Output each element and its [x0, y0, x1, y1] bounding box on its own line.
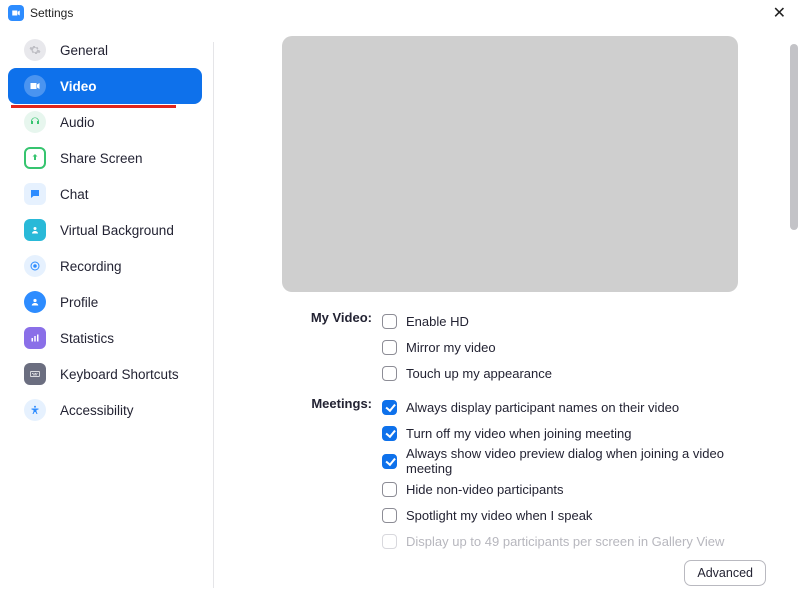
sidebar-item-label: Video [60, 79, 97, 94]
statistics-icon [24, 327, 46, 349]
gear-icon [24, 39, 46, 61]
option-label: Mirror my video [406, 340, 496, 355]
option-label: Hide non-video participants [406, 482, 564, 497]
sidebar-item-label: Accessibility [60, 403, 134, 418]
sidebar-item-label: General [60, 43, 108, 58]
option-label: Enable HD [406, 314, 469, 329]
option-label: Always display participant names on thei… [406, 400, 679, 415]
share-screen-icon [24, 147, 46, 169]
app-icon [8, 5, 24, 21]
headphones-icon [24, 111, 46, 133]
video-preview [282, 36, 738, 292]
sidebar-item-recording[interactable]: Recording [8, 248, 202, 284]
sidebar-item-label: Chat [60, 187, 89, 202]
sidebar-item-video[interactable]: Video [8, 68, 202, 104]
sidebar-item-label: Keyboard Shortcuts [60, 367, 179, 382]
close-button[interactable]: ✕ [769, 3, 790, 23]
option-label: Always show video preview dialog when jo… [406, 446, 740, 476]
option-spotlight-my-video[interactable]: Spotlight my video when I speak [382, 502, 740, 528]
recording-icon [24, 255, 46, 277]
sidebar-item-chat[interactable]: Chat [8, 176, 202, 212]
sidebar-item-label: Recording [60, 259, 122, 274]
checkbox[interactable] [382, 482, 397, 497]
checkbox[interactable] [382, 366, 397, 381]
option-label: Turn off my video when joining meeting [406, 426, 631, 441]
sidebar-item-accessibility[interactable]: Accessibility [8, 392, 202, 428]
option-touch-up-appearance[interactable]: Touch up my appearance [382, 360, 740, 386]
checkbox[interactable] [382, 340, 397, 355]
accessibility-icon [24, 399, 46, 421]
sidebar-item-statistics[interactable]: Statistics [8, 320, 202, 356]
my-video-options: Enable HD Mirror my video Touch up my ap… [382, 308, 740, 386]
option-show-video-preview-dialog[interactable]: Always show video preview dialog when jo… [382, 446, 740, 476]
option-mirror-my-video[interactable]: Mirror my video [382, 334, 740, 360]
option-label: Touch up my appearance [406, 366, 552, 381]
option-display-participant-names[interactable]: Always display participant names on thei… [382, 394, 740, 420]
vertical-scrollbar[interactable] [790, 44, 798, 230]
checkbox[interactable] [382, 314, 397, 329]
chat-icon [24, 183, 46, 205]
checkbox[interactable] [382, 400, 397, 415]
sidebar-item-label: Statistics [60, 331, 114, 346]
sidebar-item-share-screen[interactable]: Share Screen [8, 140, 202, 176]
option-49-participants-gallery: Display up to 49 participants per screen… [382, 528, 740, 554]
profile-icon [24, 291, 46, 313]
option-label: Spotlight my video when I speak [406, 508, 592, 523]
option-turn-off-video-on-join[interactable]: Turn off my video when joining meeting [382, 420, 740, 446]
checkbox[interactable] [382, 426, 397, 441]
settings-main: My Video: Enable HD Mirror my video Touc… [214, 26, 800, 600]
sidebar-item-label: Profile [60, 295, 98, 310]
meetings-options: Always display participant names on thei… [382, 394, 740, 554]
option-enable-hd[interactable]: Enable HD [382, 308, 740, 334]
sidebar-item-profile[interactable]: Profile [8, 284, 202, 320]
advanced-button-label: Advanced [697, 566, 753, 580]
sidebar-item-label: Virtual Background [60, 223, 174, 238]
sidebar-item-label: Audio [60, 115, 95, 130]
sidebar-item-virtual-background[interactable]: Virtual Background [8, 212, 202, 248]
sidebar-item-general[interactable]: General [8, 32, 202, 68]
advanced-button[interactable]: Advanced [684, 560, 766, 586]
checkbox[interactable] [382, 508, 397, 523]
video-icon [24, 75, 46, 97]
section-heading-my-video: My Video: [282, 308, 372, 386]
settings-sidebar: General Video Audio Share Screen [0, 26, 214, 600]
title-bar: Settings ✕ [0, 0, 800, 26]
option-label: Display up to 49 participants per screen… [406, 534, 724, 549]
window-title: Settings [30, 6, 73, 20]
checkbox[interactable] [382, 454, 397, 469]
sidebar-item-audio[interactable]: Audio [8, 104, 202, 140]
annotation-underline [11, 105, 176, 108]
sidebar-item-keyboard-shortcuts[interactable]: Keyboard Shortcuts [8, 356, 202, 392]
keyboard-icon [24, 363, 46, 385]
option-hide-non-video-participants[interactable]: Hide non-video participants [382, 476, 740, 502]
checkbox [382, 534, 397, 549]
sidebar-item-label: Share Screen [60, 151, 143, 166]
virtual-background-icon [24, 219, 46, 241]
title-bar-left: Settings [8, 5, 73, 21]
section-heading-meetings: Meetings: [282, 394, 372, 554]
